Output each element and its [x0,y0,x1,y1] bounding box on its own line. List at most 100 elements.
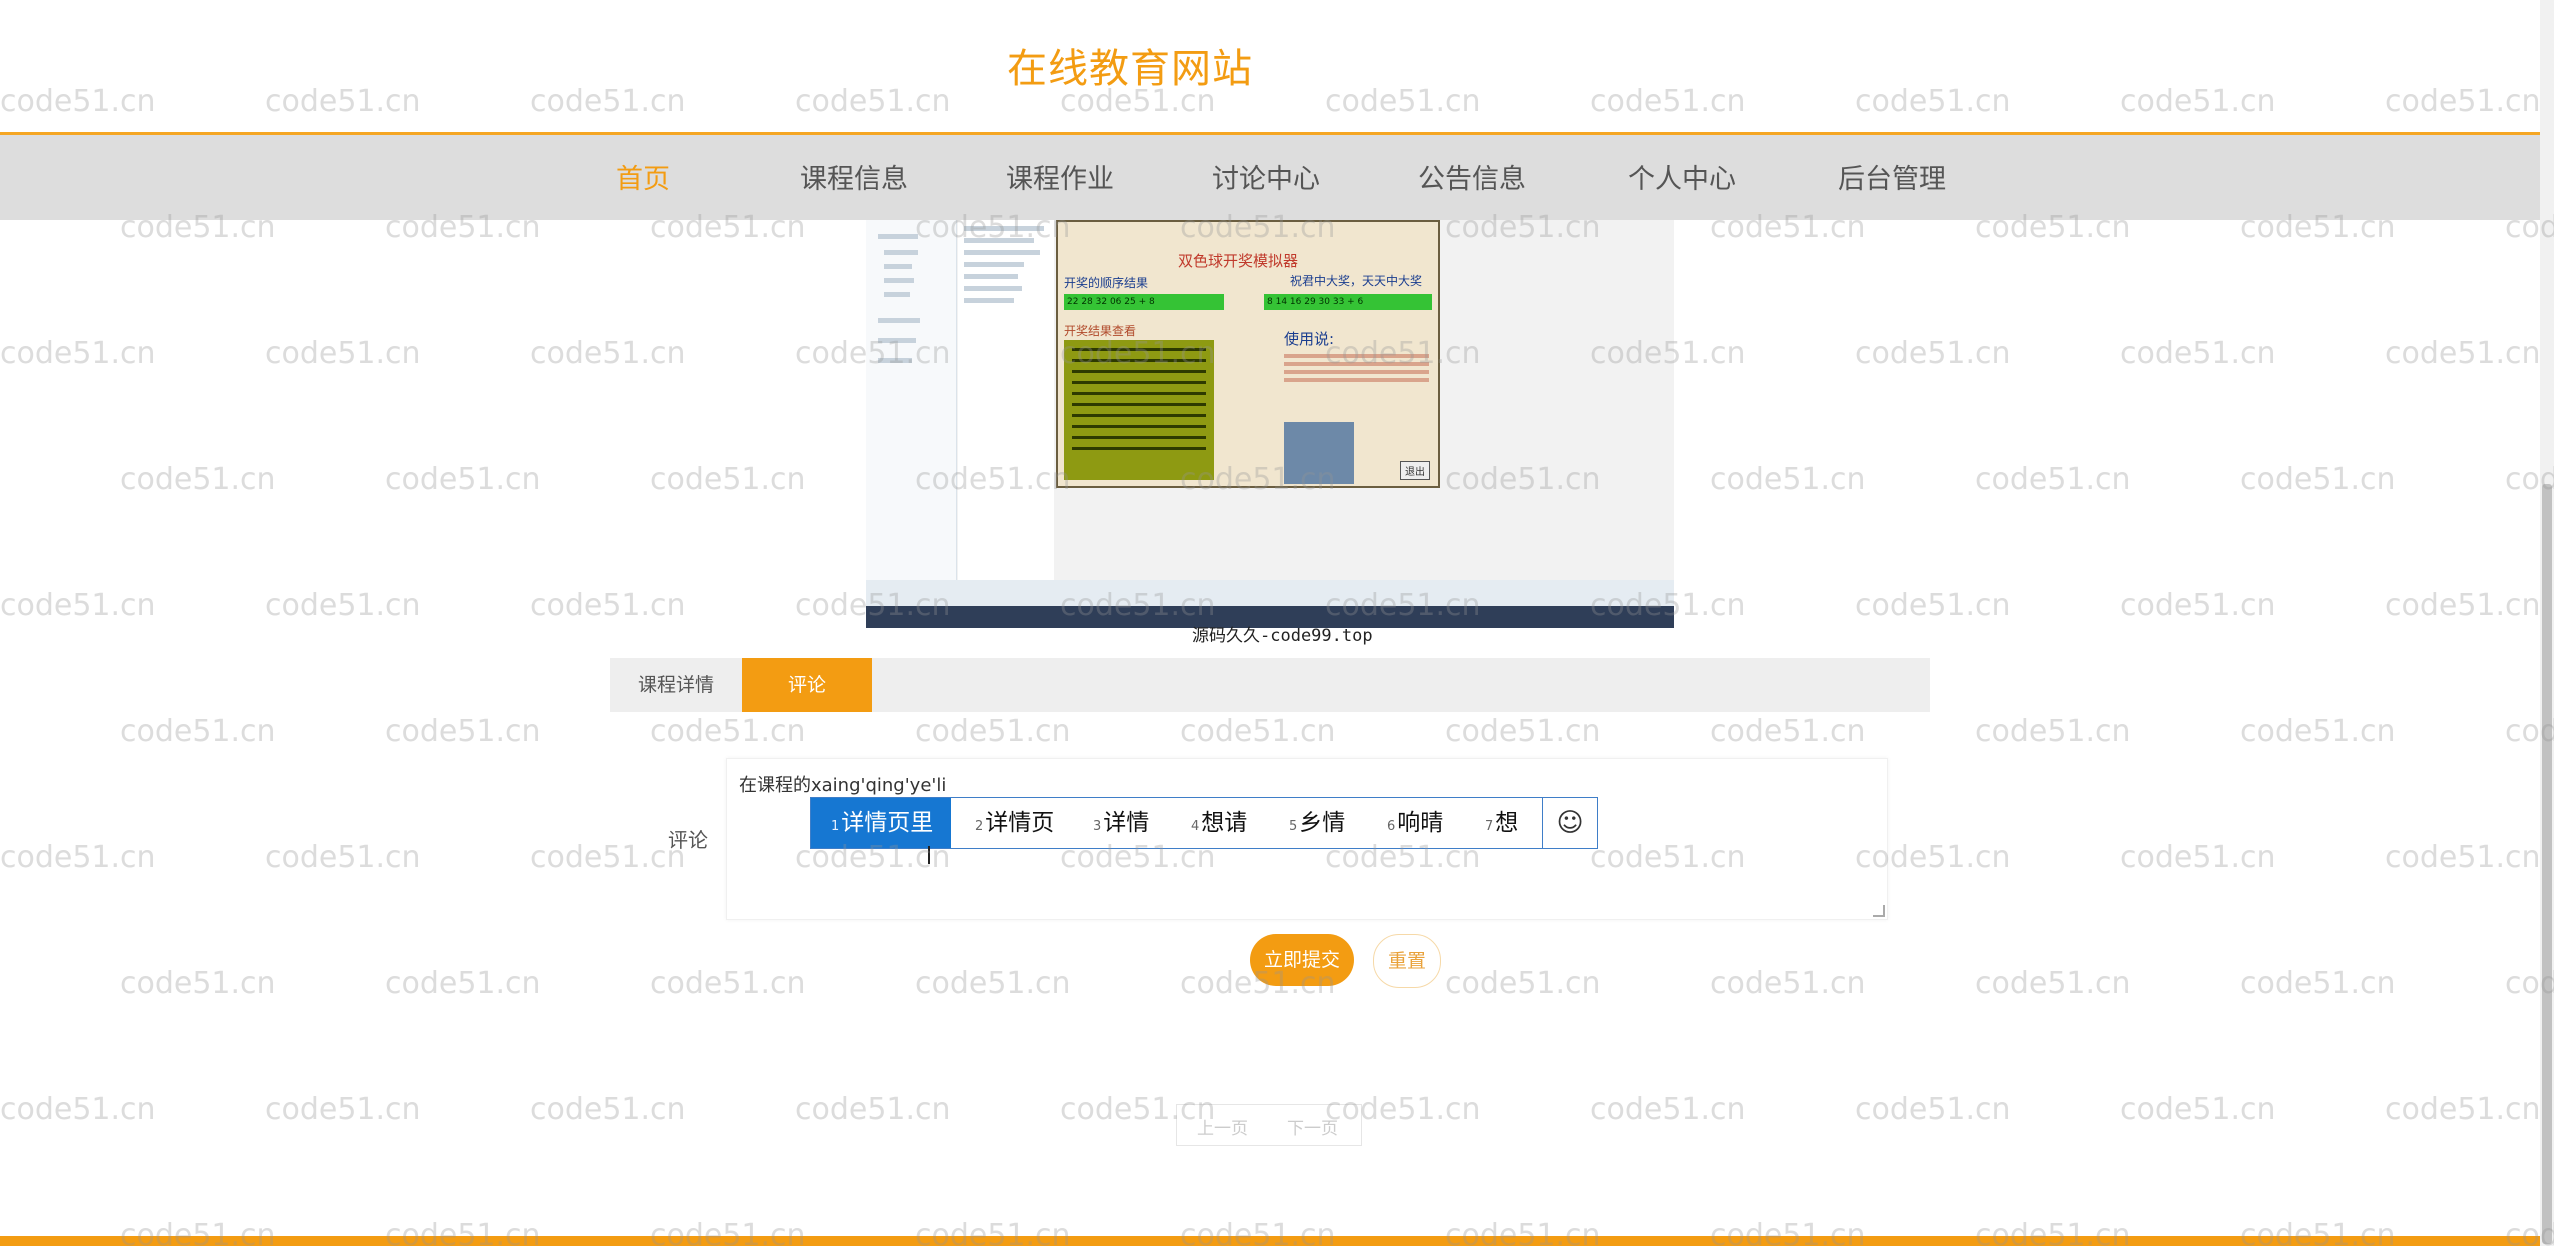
watermark-text: code51.cn [385,462,541,497]
watermark-text: code51.cn [120,462,276,497]
app-title: 双色球开奖模拟器 [1178,252,1299,270]
watermark-text: code51.cn [265,1092,421,1127]
nav-item-announcements[interactable]: 公告信息 [1418,157,1526,196]
nav-item-discussion[interactable]: 讨论中心 [1212,157,1320,196]
watermark-text: code51.cn [650,714,806,749]
watermark-text: code51.cn [1180,714,1336,749]
watermark-text: code51.cn [120,966,276,1001]
watermark-text: code51.cn [2385,588,2541,623]
next-page-button[interactable]: 下一页 [1287,1114,1338,1139]
app-usage-title: 使用说: [1284,330,1335,348]
nav-item-home[interactable]: 首页 [616,157,670,196]
reset-button[interactable]: 重置 [1373,934,1441,988]
watermark-text: code51.cn [1710,966,1866,1001]
watermark-text: code51.cn [1855,84,2011,119]
ime-candidate[interactable]: 3详情 [1093,798,1149,848]
app-photo [1284,422,1354,484]
watermark-text: code51.cn [385,714,541,749]
watermark-text: code51.cn [795,84,951,119]
app-close-button: 退出 [1400,461,1430,480]
watermark-text: code51.cn [795,1092,951,1127]
pagination: 上一页 下一页 [1176,1104,1362,1146]
watermark-text: code51.cn [530,84,686,119]
watermark-text: code51.cn [265,336,421,371]
watermark-text: code51.cn [1710,462,1866,497]
watermark-text: code51.cn [1590,1092,1746,1127]
watermark-text: code51.cn [1855,1092,2011,1127]
watermark-text: code51.cn [2120,336,2276,371]
app-usage-text [1284,350,1429,386]
tab-course-details[interactable]: 课程详情 [610,658,742,712]
app-left-numbers: 22 28 32 06 25 + 8 [1064,294,1224,310]
watermark-text: code51.cn [1855,336,2011,371]
watermark-text: code51.cn [265,588,421,623]
watermark-text: code51.cn [1975,966,2131,1001]
watermark-text: code51.cn [915,714,1071,749]
app-results-title: 开奖结果查看 [1064,324,1137,338]
watermark-text: code51.cn [0,840,156,875]
ime-candidate-bar: 1详情页里 2详情页 3详情 4想请 5乡情 6响晴 7想 ☺ [810,797,1598,849]
watermark-text: code51.cn [265,84,421,119]
watermark-text: code51.cn [1445,966,1601,1001]
nav-item-admin[interactable]: 后台管理 [1838,157,1946,196]
watermark-text: code51.cn [2240,462,2396,497]
watermark-text: code51.cn [1710,714,1866,749]
watermark-text: code51.cn [0,84,156,119]
watermark-text: code51.cn [2385,336,2541,371]
comment-label: 评论 [668,828,708,852]
watermark-text: code51.cn [1975,462,2131,497]
nav-item-profile[interactable]: 个人中心 [1628,157,1736,196]
emoji-icon[interactable]: ☺ [1542,798,1597,848]
watermark-text: code51.cn [1445,714,1601,749]
submit-button[interactable]: 立即提交 [1250,934,1354,986]
watermark-text: code51.cn [2120,1092,2276,1127]
ime-candidate[interactable]: 2详情页 [975,798,1054,848]
watermark-text: code51.cn [0,1092,156,1127]
prev-page-button[interactable]: 上一页 [1197,1114,1248,1139]
watermark-text: code51.cn [120,714,276,749]
scrollbar-thumb[interactable] [2542,484,2552,1244]
watermark-text: code51.cn [650,966,806,1001]
watermark-text: code51.cn [1855,588,2011,623]
watermark-text: code51.cn [1325,84,1481,119]
watermark-text: code51.cn [1975,714,2131,749]
app-left-title: 开奖的顺序结果 [1064,276,1149,290]
watermark-text: code51.cn [2240,714,2396,749]
explorer-status-bar [866,580,1674,606]
explorer-sidebar [866,220,957,580]
watermark-text: code51.cn [2120,840,2276,875]
ime-candidate[interactable]: 1详情页里 [811,798,951,848]
watermark-text: code51.cn [385,966,541,1001]
watermark-text: code51.cn [2385,84,2541,119]
watermark-text: code51.cn [265,840,421,875]
resize-handle[interactable] [1873,905,1885,917]
nav-item-homework[interactable]: 课程作业 [1006,157,1114,196]
ime-candidate[interactable]: 6响晴 [1387,798,1443,848]
comment-typed-text: 在课程的xaing'qing'ye'li [739,775,947,796]
app-right-title: 祝君中大奖，天天中大奖 [1290,274,1423,288]
ime-candidate[interactable]: 4想请 [1191,798,1247,848]
app-right-numbers: 8 14 16 29 30 33 + 6 [1264,294,1432,310]
ime-candidate[interactable]: 7想 [1485,798,1518,848]
footer-bar [0,1236,2540,1246]
explorer-file-list [958,220,1054,580]
watermark-text: code51.cn [2385,1092,2541,1127]
watermark-text: code51.cn [530,588,686,623]
detail-tabs: 课程详情 评论 [610,658,1930,712]
watermark-text: code51.cn [650,462,806,497]
watermark-text: code51.cn [530,840,686,875]
nav-item-courses[interactable]: 课程信息 [800,157,908,196]
course-image: 双色球开奖模拟器 开奖的顺序结果 祝君中大奖，天天中大奖 22 28 32 06… [866,220,1674,628]
main-nav: 首页 课程信息 课程作业 讨论中心 公告信息 个人中心 后台管理 [0,135,2540,220]
watermark-text: code51.cn [2120,588,2276,623]
ime-candidate[interactable]: 5乡情 [1289,798,1345,848]
watermark-text: code51.cn [2240,966,2396,1001]
watermark-text: code51.cn [0,588,156,623]
watermark-text: code51.cn [0,336,156,371]
watermark-text: code51.cn [530,1092,686,1127]
lottery-app-window: 双色球开奖模拟器 开奖的顺序结果 祝君中大奖，天天中大奖 22 28 32 06… [1056,220,1440,488]
watermark-text: code51.cn [1590,84,1746,119]
app-results-list [1064,340,1214,480]
watermark-text: code51.cn [530,336,686,371]
tab-comments[interactable]: 评论 [742,658,872,712]
